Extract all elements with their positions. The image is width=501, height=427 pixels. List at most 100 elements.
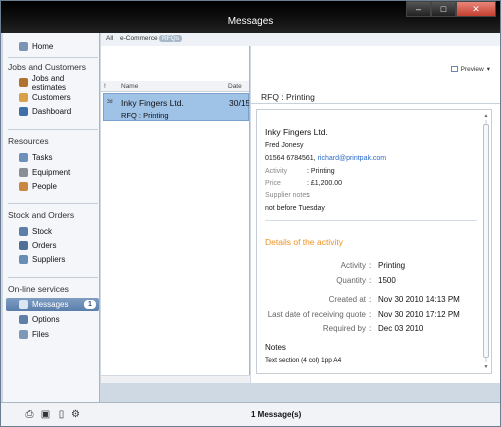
detail-header: RFQ : Printing <box>251 86 500 104</box>
filter-bar: All e-Commerce RFQs <box>101 33 500 46</box>
messages-icon <box>19 300 28 309</box>
sidebar-section-jobs: Jobs and Customers <box>8 62 86 72</box>
print-icon[interactable]: ⎙ <box>24 409 35 420</box>
close-button[interactable]: ✕ <box>456 1 496 17</box>
colon: : <box>369 261 372 270</box>
detail-value: Nov 30 2010 14:13 PM <box>378 295 460 304</box>
detail-label: Created at <box>328 295 366 304</box>
company-name: Inky Fingers Ltd. <box>265 127 328 137</box>
detail-value: Nov 30 2010 17:12 PM <box>378 310 460 319</box>
detail-label: Last date of receiving quote <box>267 310 366 319</box>
message-type: 3d <box>107 99 113 105</box>
message-list: ! Name Date 3d Inky Fingers Ltd. 30/15/ … <box>101 46 250 376</box>
filter-all[interactable]: All <box>106 35 113 42</box>
detail-value: Printing <box>378 261 406 270</box>
column-name[interactable]: Name <box>121 83 138 90</box>
sidebar-item-label: Equipment <box>32 168 71 177</box>
contact-line: 01564 6784561, richard@printpak.com <box>265 155 386 162</box>
contact-name: Fred Jonesy <box>265 142 304 149</box>
scroll-thumb[interactable] <box>483 124 489 358</box>
sidebar-item-people[interactable]: People <box>19 180 57 193</box>
sidebar-divider <box>8 57 98 58</box>
filter-ecommerce[interactable]: e-Commerce <box>120 35 158 42</box>
app-window: Messages – □ ✕ Home Jobs and Customers J… <box>0 0 501 427</box>
sidebar-divider <box>8 277 98 278</box>
sidebar-item-label: Orders <box>32 241 57 250</box>
notes-text: Text section (4 col) 1pp A4 <box>265 357 342 364</box>
column-flag[interactable]: ! <box>104 83 106 90</box>
sidebar-item-tasks[interactable]: Tasks <box>19 151 52 164</box>
activity-label: Activity <box>265 168 288 175</box>
filter-rfqs[interactable]: RFQs <box>159 35 182 42</box>
title-bar[interactable]: Messages – □ ✕ <box>1 1 500 33</box>
phone-number: 01564 6784561, <box>265 155 316 162</box>
colon: : <box>369 324 372 333</box>
options-icon <box>19 315 28 324</box>
supplier-icon <box>19 255 28 264</box>
detail-title: RFQ : Printing <box>261 92 315 102</box>
sidebar-item-label: Tasks <box>32 153 53 162</box>
preview-button[interactable]: Preview ▾ <box>450 65 490 73</box>
image-icon[interactable]: ▣ <box>40 409 51 420</box>
section-divider <box>265 220 477 221</box>
tasks-icon <box>19 153 28 162</box>
supplier-notes-label: Supplier notes <box>265 192 310 199</box>
colon: : <box>369 295 372 304</box>
sidebar-item-files[interactable]: Files <box>19 328 49 341</box>
list-header: ! Name Date <box>101 81 249 92</box>
supplier-notes-row: Supplier notes <box>265 192 310 199</box>
sidebar-item-label: People <box>32 182 57 191</box>
sidebar-divider <box>8 203 98 204</box>
list-item[interactable]: 3d Inky Fingers Ltd. 30/15/ RFQ : Printi… <box>103 93 249 121</box>
mobile-icon[interactable]: ▯ <box>56 409 67 420</box>
sidebar-item-label: Dashboard <box>32 107 72 116</box>
activity-value: Printing <box>310 168 335 175</box>
price-value: £1,200.00 <box>310 180 343 187</box>
briefcase-icon <box>19 78 28 87</box>
detail-label: Activity <box>340 261 366 270</box>
detail-vertical-scrollbar[interactable]: ▲ ▼ <box>483 114 489 370</box>
sidebar-item-orders[interactable]: Orders <box>19 239 56 252</box>
sidebar-item-customers[interactable]: Customers <box>19 91 71 104</box>
sidebar-item-options[interactable]: Options <box>19 313 60 326</box>
home-icon <box>19 42 28 51</box>
activity-value-row: : Printing <box>307 168 335 175</box>
gear-icon[interactable]: ⚙ <box>70 409 81 420</box>
sidebar-section-stock: Stock and Orders <box>8 210 75 220</box>
price-label: Price <box>265 180 281 187</box>
sidebar-item-label: Customers <box>32 93 71 102</box>
message-date: 30/15/ <box>229 98 249 108</box>
list-horizontal-scrollbar[interactable] <box>101 375 250 383</box>
activity-row: Activity <box>265 168 287 175</box>
detail-value: Dec 03 2010 <box>378 324 424 333</box>
price-row: Price <box>265 180 281 187</box>
sidebar-section-resources: Resources <box>8 136 49 146</box>
orders-icon <box>19 241 28 250</box>
sidebar: Home Jobs and Customers Jobs and estimat… <box>3 33 100 402</box>
window-title: Messages <box>227 16 274 27</box>
sidebar-item-equipment[interactable]: Equipment <box>19 166 70 179</box>
detail-panel: Preview ▾ RFQ : Printing ▲ ▼ Inky Finger… <box>251 46 500 383</box>
chart-icon <box>19 107 28 116</box>
sidebar-item-jobs-estimates[interactable]: Jobs and estimates <box>19 73 99 92</box>
status-bar: ⎙ ▣ ▯ ⚙ 1 Message(s) <box>1 402 500 426</box>
sidebar-item-label: Jobs and estimates <box>31 73 67 92</box>
scroll-up-icon[interactable]: ▲ <box>483 114 489 119</box>
minimize-button[interactable]: – <box>406 1 431 17</box>
sidebar-item-stock[interactable]: Stock <box>19 225 52 238</box>
scroll-down-icon[interactable]: ▼ <box>483 365 489 370</box>
people-icon <box>19 182 28 191</box>
chevron-down-icon: ▾ <box>486 66 490 73</box>
sidebar-item-dashboard[interactable]: Dashboard <box>19 105 71 118</box>
email-link[interactable]: richard@printpak.com <box>318 155 387 162</box>
equipment-icon <box>19 168 28 177</box>
window-controls: – □ ✕ <box>406 1 496 17</box>
sidebar-item-messages[interactable]: Messages 1 <box>6 298 99 311</box>
sidebar-item-suppliers[interactable]: Suppliers <box>19 253 65 266</box>
maximize-button[interactable]: □ <box>431 1 456 17</box>
preview-icon <box>450 66 458 72</box>
detail-label: Required by <box>322 324 366 333</box>
column-date[interactable]: Date <box>228 83 242 90</box>
sidebar-item-home[interactable]: Home <box>19 40 53 53</box>
supplier-notes-colon: : <box>307 192 309 199</box>
